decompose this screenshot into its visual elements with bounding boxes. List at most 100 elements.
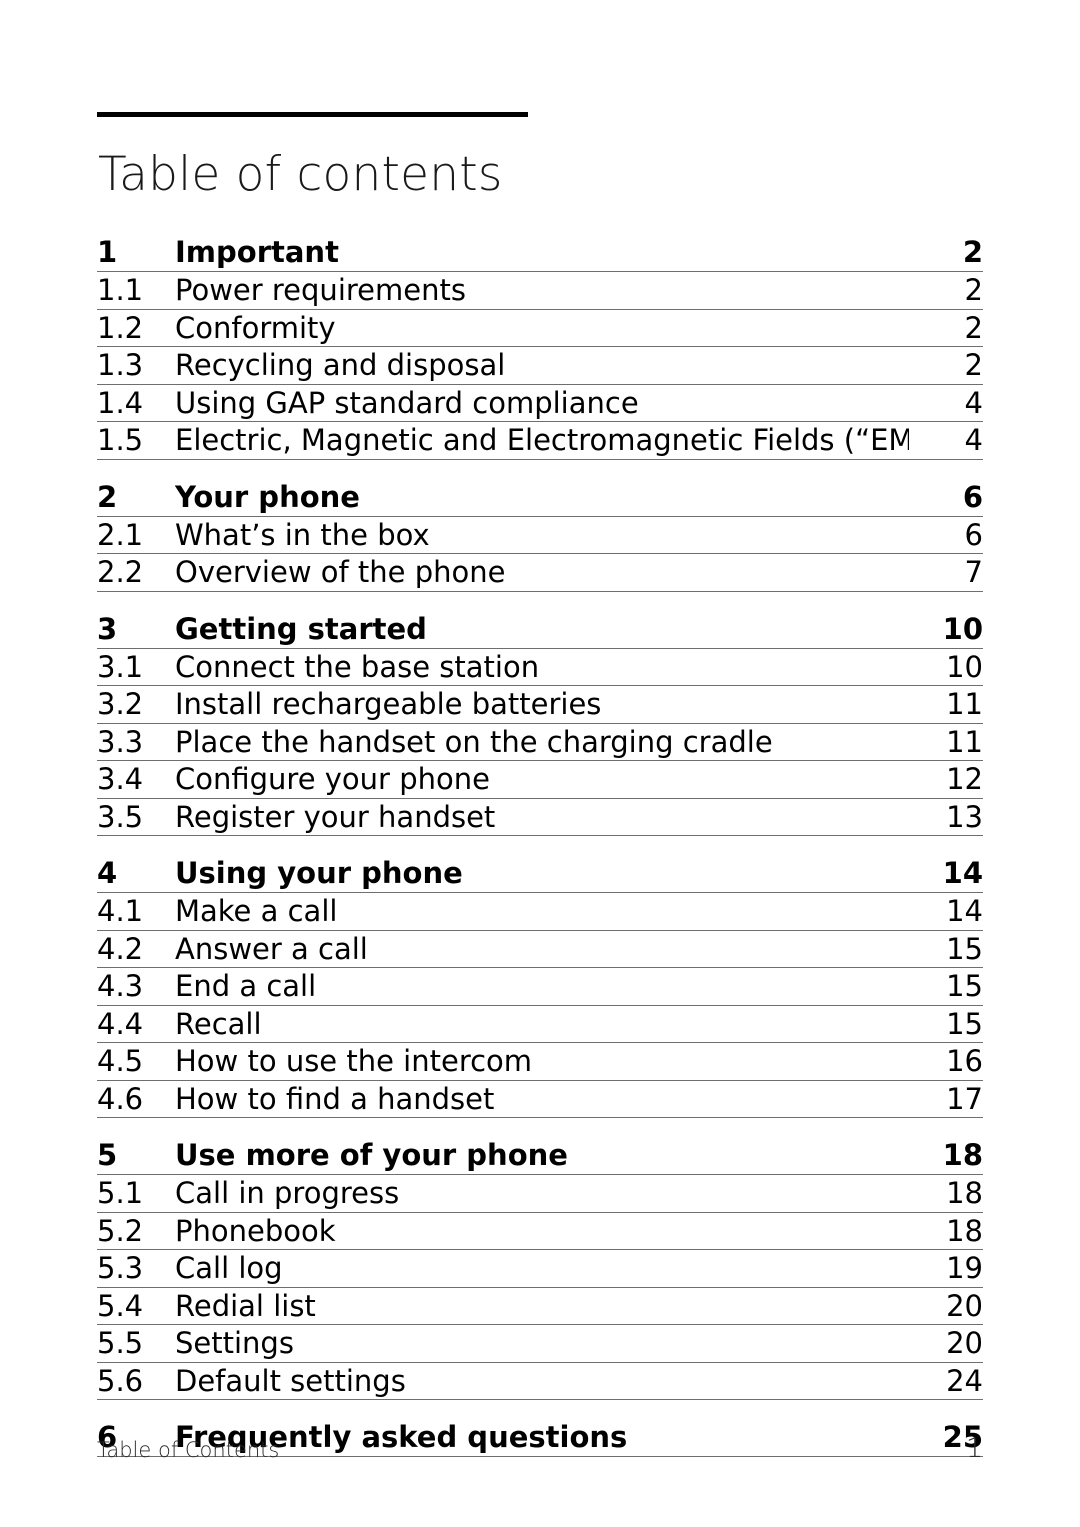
toc-entry-page: 20 bbox=[946, 1326, 983, 1360]
toc-entry-label: Configure your phone bbox=[175, 763, 490, 796]
header-rule bbox=[97, 112, 528, 117]
toc-entry-page: 11 bbox=[946, 687, 983, 721]
toc-entry-row[interactable]: 5.6 Default settings 24 bbox=[97, 1363, 983, 1400]
toc-entry-label: Answer a call bbox=[175, 932, 368, 966]
toc-entry-row[interactable]: 4.4 Recall 15 bbox=[97, 1006, 983, 1043]
toc-entry-row[interactable]: 1.3 Recycling and disposal 2 bbox=[97, 347, 983, 385]
toc-entry-page: 15 bbox=[946, 931, 983, 966]
toc-page: Table of contents 1 Important 2 1.1 Power re… bbox=[0, 0, 1080, 1527]
toc-entry-label: End a call bbox=[175, 970, 317, 1003]
toc-entry-number: 3.5 bbox=[97, 799, 144, 834]
toc-entry-page: 18 bbox=[946, 1176, 983, 1210]
toc-entry-number: 3.4 bbox=[97, 762, 144, 796]
toc-entry-label: Important bbox=[175, 236, 339, 269]
toc-entry-number: 3.1 bbox=[97, 649, 144, 684]
toc-entry-number: 3.2 bbox=[97, 687, 144, 721]
toc-entry-label: Place the handset on the charging cradle bbox=[175, 725, 773, 759]
toc-entry-row[interactable]: 3.3 Place the handset on the charging cra… bbox=[97, 724, 983, 761]
toc-entry-number: 5.3 bbox=[97, 1251, 144, 1285]
toc-entry-label: Call log bbox=[175, 1252, 283, 1285]
toc-entry-label: Phonebook bbox=[175, 1214, 336, 1248]
toc-entry-row[interactable]: 2.2 Overview of the phone 7 bbox=[97, 554, 983, 592]
toc-entry-row[interactable]: 4.2 Answer a call 15 bbox=[97, 931, 983, 968]
table-of-contents-list: 1 Important 2 1.1 Power requirements 2 1.2 Conf… bbox=[97, 233, 983, 1457]
toc-entry-page: 7 bbox=[964, 555, 983, 589]
toc-entry-row[interactable]: 1.4 Using GAP standard compliance 4 bbox=[97, 385, 983, 422]
toc-entry-page: 4 bbox=[964, 423, 983, 457]
toc-entry-label: Install rechargeable batteries bbox=[175, 688, 602, 721]
toc-entry-label: Use more of your phone bbox=[175, 1139, 568, 1172]
toc-entry-row[interactable]: 2.1 What’s in the box 6 bbox=[97, 517, 983, 554]
toc-entry-page: 2 bbox=[964, 348, 983, 382]
toc-entry-row[interactable]: 4.1 Make a call 14 bbox=[97, 893, 983, 931]
toc-entry-number: 5.6 bbox=[97, 1363, 144, 1398]
toc-entry-row[interactable]: 4.3 End a call 15 bbox=[97, 968, 983, 1006]
toc-entry-label: How to find a handset bbox=[175, 1082, 495, 1116]
toc-entry-page: 20 bbox=[946, 1288, 983, 1323]
toc-entry-label: Default settings bbox=[175, 1364, 406, 1398]
toc-entry-page: 6 bbox=[962, 479, 983, 514]
toc-entry-page: 11 bbox=[946, 724, 983, 759]
toc-entry-page: 18 bbox=[942, 1138, 983, 1172]
toc-section-row[interactable]: 4 Using your phone 14 bbox=[97, 836, 983, 893]
toc-entry-page: 2 bbox=[964, 310, 983, 345]
toc-entry-number: 1.5 bbox=[97, 423, 144, 457]
toc-entry-label: Using your phone bbox=[175, 857, 463, 890]
toc-entry-number: 3 bbox=[97, 611, 118, 646]
toc-section-row[interactable]: 3 Getting started 10 bbox=[97, 592, 983, 649]
toc-entry-row[interactable]: 4.6 How to find a handset 17 bbox=[97, 1081, 983, 1118]
toc-entry-page: 4 bbox=[964, 385, 983, 420]
toc-entry-row[interactable]: 3.4 Configure your phone 12 bbox=[97, 761, 983, 799]
toc-entry-number: 5.2 bbox=[97, 1213, 144, 1248]
toc-entry-label: Connect the base station bbox=[175, 650, 540, 684]
toc-entry-label: Power requirements bbox=[175, 274, 466, 307]
toc-entry-label: Overview of the phone bbox=[175, 556, 506, 589]
toc-entry-number: 4.1 bbox=[97, 894, 144, 928]
toc-entry-row[interactable]: 5.5 Settings 20 bbox=[97, 1325, 983, 1363]
toc-entry-number: 1 bbox=[97, 235, 118, 269]
toc-entry-number: 1.3 bbox=[97, 348, 144, 382]
toc-entry-page: 15 bbox=[946, 969, 983, 1003]
toc-entry-row[interactable]: 3.5 Register your handset 13 bbox=[97, 799, 983, 836]
toc-entry-number: 2 bbox=[97, 479, 118, 514]
toc-entry-row[interactable]: 1.2 Conformity 2 bbox=[97, 310, 983, 347]
page-footer: Table of Contents 1 bbox=[97, 1433, 983, 1464]
toc-entry-number: 2.1 bbox=[97, 517, 144, 552]
toc-entry-page: 2 bbox=[964, 273, 983, 307]
toc-entry-number: 5 bbox=[97, 1138, 118, 1172]
toc-entry-page: 10 bbox=[942, 611, 983, 646]
toc-entry-label: Recycling and disposal bbox=[175, 349, 506, 382]
toc-entry-row[interactable]: 5.4 Redial list 20 bbox=[97, 1288, 983, 1325]
toc-entry-row[interactable]: 3.1 Connect the base station 10 bbox=[97, 649, 983, 686]
toc-entry-number: 1.1 bbox=[97, 273, 144, 307]
toc-section-row[interactable]: 5 Use more of your phone 18 bbox=[97, 1118, 983, 1175]
toc-entry-page: 14 bbox=[946, 894, 983, 928]
toc-section-row[interactable]: 1 Important 2 bbox=[97, 233, 983, 272]
page-title: Table of contents bbox=[98, 147, 503, 202]
toc-entry-page: 16 bbox=[946, 1044, 983, 1078]
toc-entry-label: Your phone bbox=[175, 480, 360, 514]
toc-entry-label: Register your handset bbox=[175, 800, 496, 834]
toc-entry-number: 3.3 bbox=[97, 724, 144, 759]
toc-entry-row[interactable]: 1.5 Electric, Magnetic and Electromagneti… bbox=[97, 422, 983, 460]
toc-entry-number: 4.6 bbox=[97, 1081, 144, 1116]
toc-entry-label: Recall bbox=[175, 1007, 262, 1041]
toc-entry-row[interactable]: 3.2 Install rechargeable batteries 11 bbox=[97, 686, 983, 724]
footer-page-number: 1 bbox=[965, 1433, 983, 1464]
toc-entry-row[interactable]: 4.5 How to use the intercom 16 bbox=[97, 1043, 983, 1081]
toc-entry-page: 15 bbox=[946, 1006, 983, 1041]
toc-entry-row[interactable]: 5.1 Call in progress 18 bbox=[97, 1175, 983, 1213]
toc-entry-page: 2 bbox=[962, 235, 983, 269]
toc-entry-label: Getting started bbox=[175, 612, 427, 646]
toc-section-row[interactable]: 2 Your phone 6 bbox=[97, 460, 983, 517]
toc-entry-label: What’s in the box bbox=[175, 518, 430, 552]
footer-label: Table of Contents bbox=[97, 1438, 280, 1462]
toc-entry-row[interactable]: 1.1 Power requirements 2 bbox=[97, 272, 983, 310]
toc-entry-number: 2.2 bbox=[97, 555, 144, 589]
toc-entry-page: 17 bbox=[946, 1081, 983, 1116]
toc-entry-row[interactable]: 5.3 Call log 19 bbox=[97, 1250, 983, 1288]
toc-entry-page: 18 bbox=[946, 1213, 983, 1248]
toc-entry-number: 4.5 bbox=[97, 1044, 144, 1078]
toc-entry-page: 24 bbox=[946, 1363, 983, 1398]
toc-entry-row[interactable]: 5.2 Phonebook 18 bbox=[97, 1213, 983, 1250]
